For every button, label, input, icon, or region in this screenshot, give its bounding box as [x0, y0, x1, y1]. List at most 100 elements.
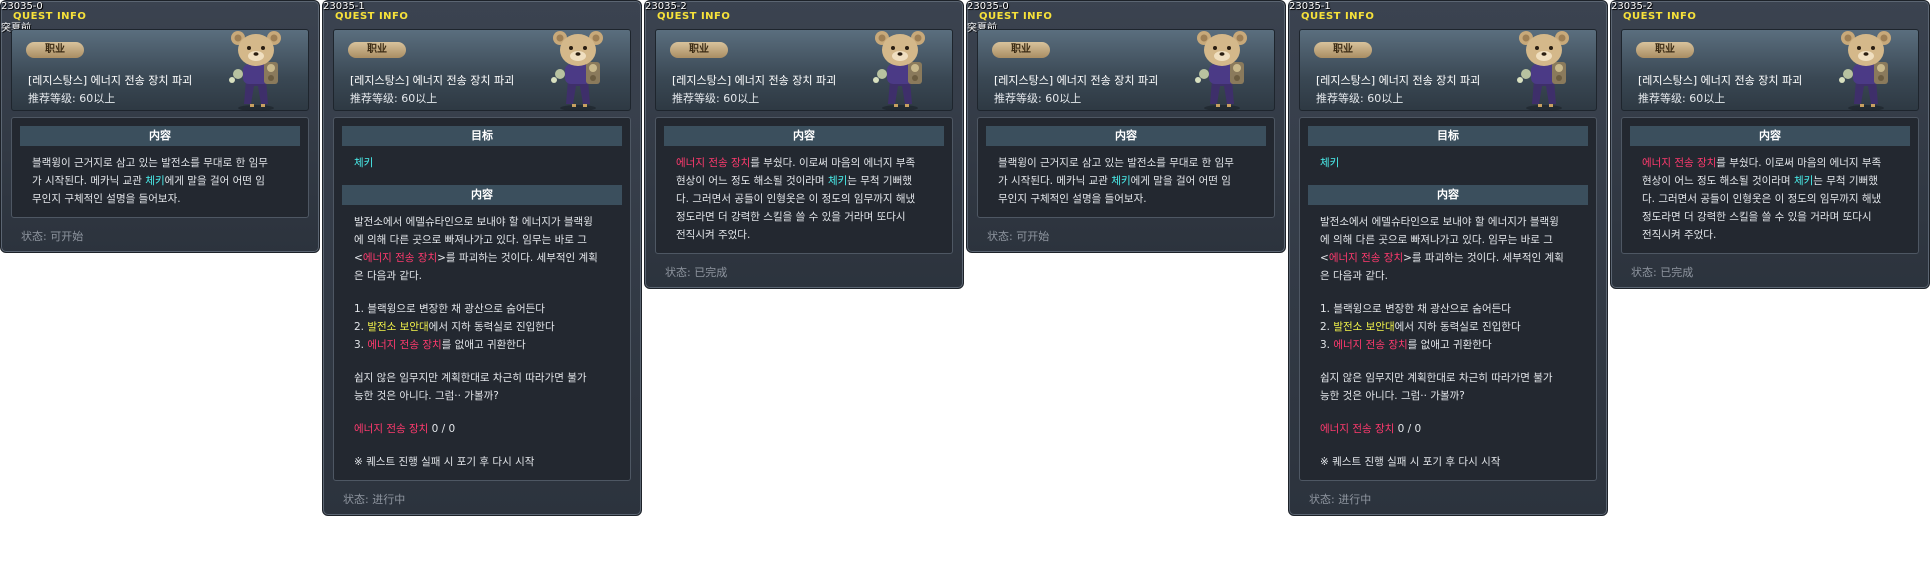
- recommended-level: 推荐等级: 60以上: [1316, 92, 1404, 105]
- content-text: ※ 퀘스트 진행 실패 시 포기 후 다시 시작: [1320, 456, 1501, 468]
- npc-name-text: 체키: [354, 157, 374, 169]
- quest-header: 职业 [레지스탕스] 에너지 전송 장치 파괴 推荐等级: 60以上: [977, 29, 1275, 111]
- content-text: 정도라면 더 강력한 스킬을 쓸 수 있을 거라며 또다시: [1642, 211, 1872, 223]
- npc-portrait-icon: [1512, 24, 1576, 112]
- npc-portrait-icon: [868, 24, 932, 112]
- content-line: 에 의해 다른 곳으로 빠져나가고 있다. 임무는 바로 그: [1320, 232, 1553, 247]
- section-heading: 内容: [342, 185, 622, 205]
- quest-info-panel: 23035-0QUEST INFO突夏前职业[레지스탕스] 에너지 전송 장치 …: [966, 0, 1286, 253]
- quest-name: [레지스탕스] 에너지 전송 장치 파괴: [994, 74, 1159, 87]
- content-text: 쉽지 않은 임무지만 계획한대로 차근히 따라가면 불가: [354, 372, 587, 384]
- content-line: 에너지 전송 장치 0 / 0: [1320, 421, 1421, 436]
- content-text: <: [1320, 252, 1329, 264]
- npc-name-text: 체키: [1793, 175, 1814, 187]
- recommended-level: 推荐等级: 60以上: [672, 92, 760, 105]
- content-text: 블랙윙이 근거지로 삼고 있는 발전소를 무대로 한 임무: [998, 157, 1234, 169]
- content-text: 능한 것은 아니다. 그럼·· 가볼까?: [354, 390, 499, 402]
- content-text: 은 다음과 같다.: [354, 270, 422, 282]
- content-text: 1. 블랙윙으로 변장한 채 광산으로 숨어든다: [354, 303, 545, 315]
- content-text: 3.: [1320, 339, 1334, 351]
- highlight-text-pink: 에너지 전송 장치: [367, 339, 442, 351]
- content-line: 블랙윙이 근거지로 삼고 있는 발전소를 무대로 한 임무: [998, 155, 1234, 170]
- content-line: 1. 블랙윙으로 변장한 채 광산으로 숨어든다: [1320, 301, 1511, 316]
- content-text: 에서 지하 동력실로 진입한다: [1394, 321, 1521, 333]
- content-text: 정도라면 더 강력한 스킬을 쓸 수 있을 거라며 또다시: [676, 211, 906, 223]
- content-text: 에게 말을 걸어 어떤 임: [164, 175, 265, 187]
- content-line: 쉽지 않은 임무지만 계획한대로 차근히 따라가면 불가: [1320, 370, 1553, 385]
- content-line: 쉽지 않은 임무지만 계획한대로 차근히 따라가면 불가: [354, 370, 587, 385]
- content-line: 능한 것은 아니다. 그럼·· 가볼까?: [1320, 388, 1465, 403]
- section-heading: 内容: [986, 126, 1266, 146]
- highlight-text-pink: 에너지 전송 장치: [362, 252, 438, 264]
- content-text: 가 시작된다. 메카닉 교관: [32, 175, 146, 187]
- content-text: 전직시켜 주었다.: [676, 229, 751, 241]
- content-line: <에너지 전송 장치>를 파괴하는 것이다. 세부적인 계획: [354, 250, 598, 265]
- content-line: 발전소에서 에델슈타인으로 보내야 할 에너지가 블랙윙: [1320, 214, 1559, 229]
- content-line: 3. 에너지 전송 장치를 없애고 귀환한다: [1320, 337, 1492, 352]
- quest-header: 职业 [레지스탕스] 에너지 전송 장치 파괴 推荐等级: 60以上: [11, 29, 309, 111]
- panel-title: QUEST INFO: [1623, 11, 1697, 22]
- quest-body: 内容 에너지 전송 장치를 부쉈다. 이로써 마음의 에너지 부족 현상이 어느 정…: [655, 117, 953, 254]
- content-text: 0 / 0: [428, 423, 456, 435]
- panel-title: QUEST INFO: [979, 11, 1053, 22]
- section-heading: 目标: [1308, 126, 1588, 146]
- content-line: 에 의해 다른 곳으로 빠져나가고 있다. 임무는 바로 그: [354, 232, 587, 247]
- quest-name: [레지스탕스] 에너지 전송 장치 파괴: [1316, 74, 1481, 87]
- quest-header: 职业 [레지스탕스] 에너지 전송 장치 파괴 推荐等级: 60以上: [333, 29, 631, 111]
- quest-body: 内容 에너지 전송 장치를 부쉈다. 이로써 마음의 에너지 부족 현상이 어느 정…: [1621, 117, 1919, 254]
- content-line: 3. 에너지 전송 장치를 없애고 귀환한다: [354, 337, 526, 352]
- content-line: 은 다음과 같다.: [1320, 268, 1388, 283]
- quest-name: [레지스탕스] 에너지 전송 장치 파괴: [1638, 74, 1803, 87]
- quest-body: 目标 체키 内容 발전소에서 에델슈타인으로 보내야 할 에너지가 블랙윙 에 의해 다…: [1299, 117, 1597, 481]
- section-heading: 内容: [664, 126, 944, 146]
- quest-status: 状态: 可开始: [987, 230, 1050, 243]
- content-text: 현상이 어느 정도 해소될 것이라며: [676, 175, 828, 187]
- content-text: 은 다음과 같다.: [1320, 270, 1388, 282]
- content-text: 에게 말을 걸어 어떤 임: [1130, 175, 1231, 187]
- quest-header: 职业 [레지스탕스] 에너지 전송 장치 파괴 推荐等级: 60以上: [1621, 29, 1919, 111]
- content-line: 에너지 전송 장치 0 / 0: [354, 421, 455, 436]
- recommended-level: 推荐等级: 60以上: [994, 92, 1082, 105]
- quest-name: [레지스탕스] 에너지 전송 장치 파괴: [672, 74, 837, 87]
- panel-title: QUEST INFO: [657, 11, 731, 22]
- content-line: 가 시작된다. 메카닉 교관 체키에게 말을 걸어 어떤 임: [32, 173, 265, 188]
- content-line: <에너지 전송 장치>를 파괴하는 것이다. 세부적인 계획: [1320, 250, 1564, 265]
- npc-portrait-icon: [1190, 24, 1254, 112]
- highlight-text-pink: 에너지 전송 장치: [676, 157, 751, 169]
- content-text: 쉽지 않은 임무지만 계획한대로 차근히 따라가면 불가: [1320, 372, 1553, 384]
- content-text: 0 / 0: [1394, 423, 1422, 435]
- content-text: >를 파괴하는 것이다. 세부적인 계획: [1403, 252, 1564, 264]
- category-badge: 职业: [26, 42, 84, 58]
- npc-name-text: 체키: [1111, 175, 1131, 187]
- highlight-text-yellow: 발전소 보안대: [1333, 321, 1395, 333]
- content-text: 2.: [1320, 321, 1334, 333]
- quest-body: 目标 체키 内容 발전소에서 에델슈타인으로 보내야 할 에너지가 블랙윙에 의해 다…: [333, 117, 631, 481]
- content-line: 에너지 전송 장치를 부쉈다. 이로써 마음의 에너지 부족: [1642, 155, 1881, 170]
- content-text: 를 없애고 귀환한다: [1407, 339, 1492, 351]
- content-text: 는 무척 기뻐했: [847, 175, 912, 187]
- section-heading: 目标: [342, 126, 622, 146]
- content-text: 다. 그러면서 공들이 인형옷은 이 정도의 임무까지 해냈: [676, 193, 916, 205]
- category-badge: 职业: [1636, 42, 1694, 58]
- highlight-text-pink: 에너지 전송 장치: [1328, 252, 1404, 264]
- highlight-text-pink: 에너지 전송 장치: [1333, 339, 1408, 351]
- content-text: 를 없애고 귀환한다: [441, 339, 526, 351]
- content-line: 전직시켜 주었다.: [1642, 227, 1716, 242]
- content-text: 무인지 구체적인 설명을 들어보자.: [32, 193, 181, 205]
- content-text: ※ 퀘스트 진행 실패 시 포기 후 다시 시작: [354, 456, 535, 468]
- npc-portrait-icon: [224, 24, 288, 112]
- category-badge: 职业: [348, 42, 406, 58]
- content-text: 발전소에서 에델슈타인으로 보내야 할 에너지가 블랙윙: [1320, 216, 1559, 228]
- content-text: 에서 지하 동력실로 진입한다: [428, 321, 555, 333]
- content-line: 체키: [354, 155, 373, 170]
- content-line: 발전소에서 에델슈타인으로 보내야 할 에너지가 블랙윙: [354, 214, 593, 229]
- content-line: ※ 퀘스트 진행 실패 시 포기 후 다시 시작: [1320, 454, 1500, 469]
- recommended-level: 推荐等级: 60以上: [1638, 92, 1726, 105]
- category-badge: 职业: [1314, 42, 1372, 58]
- content-text: <: [354, 252, 363, 264]
- content-line: 다. 그러면서 공들이 인형옷은 이 정도의 임무까지 해냈: [676, 191, 915, 206]
- content-line: 현상이 어느 정도 해소될 것이라며 체키는 무척 기뻐했: [1642, 173, 1878, 188]
- content-text: 발전소에서 에델슈타인으로 보내야 할 에너지가 블랙윙: [354, 216, 593, 228]
- panel-title: QUEST INFO: [13, 11, 87, 22]
- quest-info-panel: 23035-2 QUEST INFO 职业 [레지스탕스] 에너지 전송 장치 파괴 推…: [644, 0, 964, 289]
